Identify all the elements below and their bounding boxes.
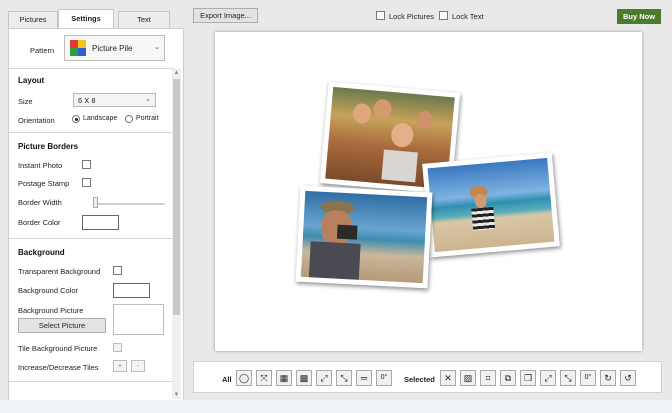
expand-selected-icon[interactable]: ⤢ bbox=[540, 370, 556, 386]
landscape-label: Landscape bbox=[83, 115, 118, 122]
rotate-ccw-icon[interactable]: ↺ bbox=[620, 370, 636, 386]
photo-image bbox=[427, 157, 555, 253]
chevron-down-icon: ⌄ bbox=[154, 44, 160, 51]
lock-text-checkbox[interactable] bbox=[439, 11, 448, 20]
bg-picture-label: Background Picture bbox=[18, 306, 84, 315]
grid-layout-icon[interactable]: ▦ bbox=[276, 370, 292, 386]
photo-man-camera[interactable] bbox=[295, 185, 433, 289]
background-header: Background bbox=[18, 248, 65, 257]
lock-pictures-label: Lock Pictures bbox=[389, 12, 435, 21]
portrait-label: Portrait bbox=[136, 115, 159, 122]
layout-header: Layout bbox=[18, 76, 45, 85]
shrink-all-icon[interactable]: ⤡ bbox=[336, 370, 352, 386]
pattern-select[interactable]: Picture Pile ⌄ bbox=[64, 35, 165, 61]
border-width-slider-track[interactable] bbox=[93, 203, 165, 205]
expand-all-icon[interactable]: ⤢ bbox=[316, 370, 332, 386]
scrollbar-thumb[interactable] bbox=[173, 79, 180, 315]
lock-pictures-checkbox[interactable] bbox=[376, 11, 385, 20]
divider bbox=[9, 132, 174, 133]
shrink-selected-icon[interactable]: ⤡ bbox=[560, 370, 576, 386]
panel-scrollbar[interactable]: ▲ ▼ bbox=[172, 69, 181, 399]
chevron-down-icon: ⌄ bbox=[145, 96, 151, 103]
borders-header: Picture Borders bbox=[18, 142, 79, 151]
bg-color-swatch[interactable] bbox=[113, 283, 150, 298]
bg-color-label: Background Color bbox=[18, 286, 79, 295]
buy-now-button[interactable]: Buy Now bbox=[617, 9, 661, 24]
border-width-slider-thumb[interactable] bbox=[93, 197, 98, 208]
rotate-zero-all-icon[interactable]: 0° bbox=[376, 370, 392, 386]
rotate-zero-selected-icon[interactable]: 0° bbox=[580, 370, 596, 386]
photo-image bbox=[300, 190, 428, 284]
postage-stamp-checkbox[interactable] bbox=[82, 178, 91, 187]
landscape-radio[interactable] bbox=[72, 115, 80, 123]
transparent-bg-label: Transparent Background bbox=[18, 267, 101, 276]
selected-label: Selected bbox=[404, 375, 435, 384]
delete-icon[interactable]: ✕ bbox=[440, 370, 456, 386]
tile-bg-checkbox[interactable] bbox=[113, 343, 122, 352]
divider bbox=[9, 238, 174, 239]
scroll-down-icon[interactable]: ▼ bbox=[172, 391, 181, 399]
tab-settings[interactable]: Settings bbox=[58, 9, 114, 28]
scroll-up-icon[interactable]: ▲ bbox=[172, 69, 181, 77]
panel-tabs: Pictures Settings Text bbox=[8, 9, 172, 28]
border-color-swatch[interactable] bbox=[82, 215, 119, 230]
bring-forward-icon[interactable]: ⧉ bbox=[500, 370, 516, 386]
size-label: Size bbox=[18, 97, 33, 106]
instant-photo-checkbox[interactable] bbox=[82, 160, 91, 169]
status-strip bbox=[0, 400, 672, 413]
photo-beach-girl[interactable] bbox=[422, 152, 560, 258]
postage-stamp-label: Postage Stamp bbox=[18, 179, 70, 188]
arrange-toolbar: All ◯ ⤧ ▦ ▩ ⤢ ⤡ ═ 0° Selected ✕ ▨ ⌗ ⧉ ❐ … bbox=[193, 361, 662, 393]
image-icon[interactable]: ▨ bbox=[460, 370, 476, 386]
divider bbox=[9, 381, 174, 382]
mosaic-layout-icon[interactable]: ▩ bbox=[296, 370, 312, 386]
tab-text[interactable]: Text bbox=[118, 11, 170, 28]
increase-tiles-button[interactable]: + bbox=[113, 360, 127, 372]
bg-picture-preview bbox=[113, 304, 164, 335]
send-backward-icon[interactable]: ❐ bbox=[520, 370, 536, 386]
rotate-cw-icon[interactable]: ↻ bbox=[600, 370, 616, 386]
pattern-value: Picture Pile bbox=[92, 44, 133, 53]
transparent-bg-checkbox[interactable] bbox=[113, 266, 122, 275]
picture-pile-icon bbox=[70, 40, 86, 56]
border-color-label: Border Color bbox=[18, 218, 61, 227]
tab-pictures[interactable]: Pictures bbox=[8, 11, 58, 28]
divider bbox=[9, 68, 174, 69]
instant-photo-label: Instant Photo bbox=[18, 161, 63, 170]
all-label: All bbox=[222, 375, 232, 384]
crop-icon[interactable]: ⌗ bbox=[480, 370, 496, 386]
tile-bg-label: Tile Background Picture bbox=[18, 344, 98, 353]
lock-text-label: Lock Text bbox=[452, 12, 484, 21]
border-width-label: Border Width bbox=[18, 198, 62, 207]
settings-panel: Pattern Picture Pile ⌄ Layout Size 6 X 8… bbox=[8, 28, 184, 404]
shuffle-all-icon[interactable]: ◯ bbox=[236, 370, 252, 386]
export-image-button[interactable]: Export Image... bbox=[193, 8, 258, 23]
size-select[interactable]: 6 X 8 ⌄ bbox=[73, 93, 156, 107]
decrease-tiles-button[interactable]: - bbox=[131, 360, 145, 372]
tiles-label: Increase/Decrease Tiles bbox=[18, 363, 99, 372]
portrait-radio[interactable] bbox=[125, 115, 133, 123]
size-value: 6 X 8 bbox=[78, 96, 96, 105]
align-equal-icon[interactable]: ═ bbox=[356, 370, 372, 386]
pattern-label: Pattern bbox=[30, 46, 55, 55]
orientation-label: Orientation bbox=[18, 116, 55, 125]
fit-all-icon[interactable]: ⤧ bbox=[256, 370, 272, 386]
collage-canvas[interactable] bbox=[215, 32, 642, 351]
select-picture-button[interactable]: Select Picture bbox=[18, 318, 106, 333]
